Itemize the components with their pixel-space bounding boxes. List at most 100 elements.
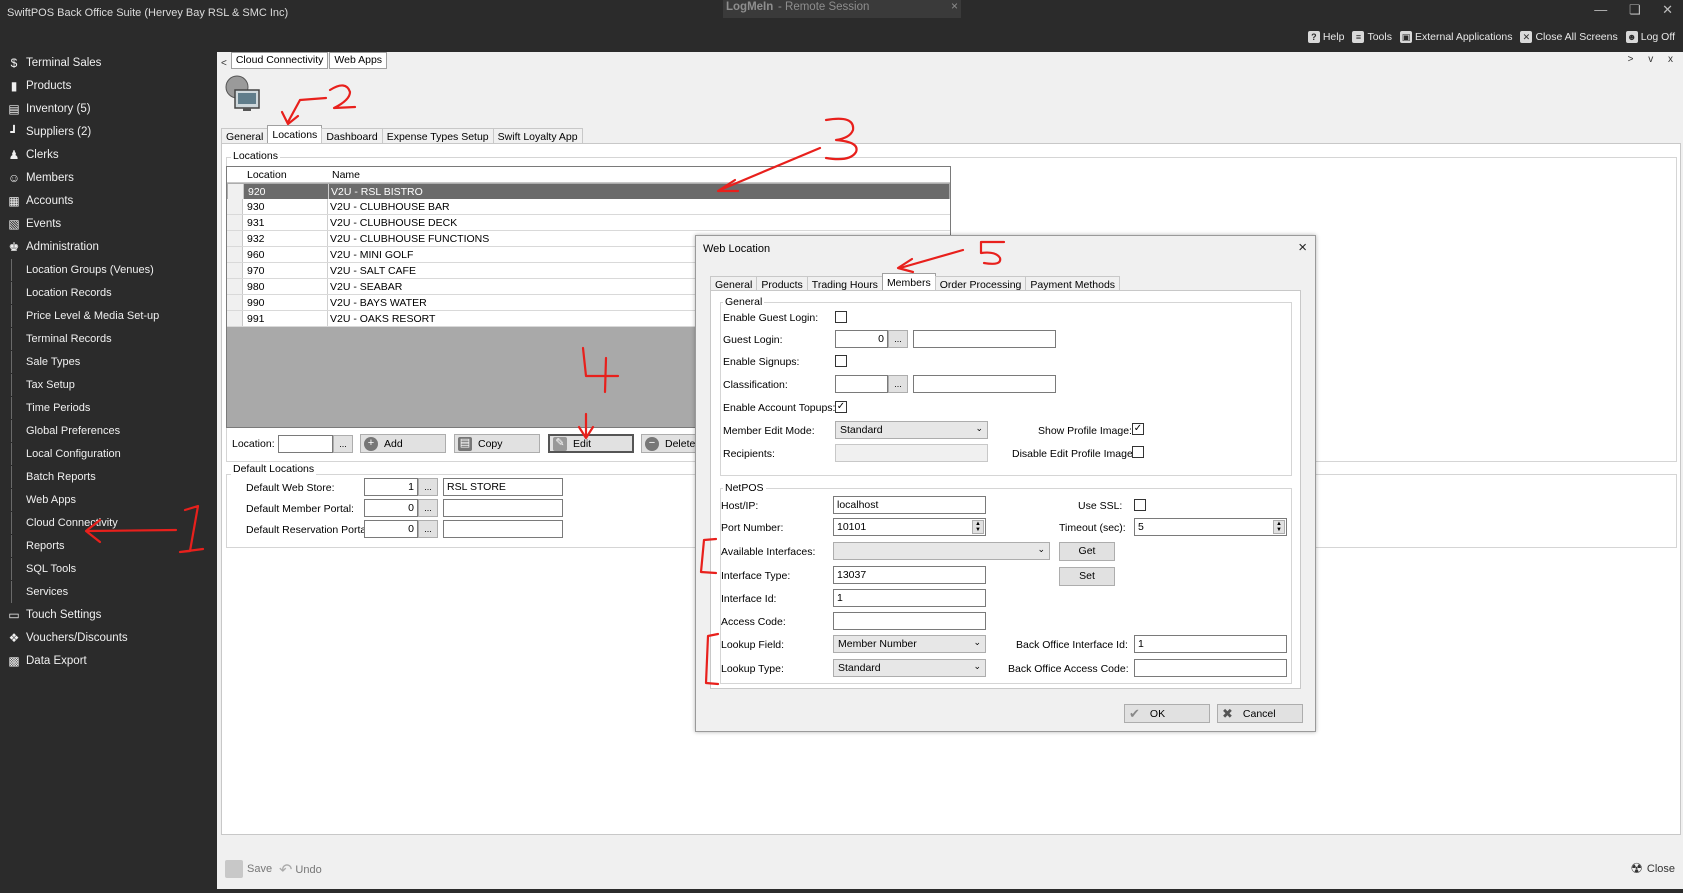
guest-login-name[interactable] xyxy=(913,330,1056,348)
interface-type-input[interactable]: 13037 xyxy=(833,566,986,584)
sidebar-subitem-location-groups[interactable]: Location Groups (Venues) xyxy=(11,259,211,281)
col-name-header[interactable]: Name xyxy=(332,169,360,181)
sidebar-item-suppliers[interactable]: ┛ Suppliers (2) xyxy=(0,121,215,143)
get-button[interactable]: Get xyxy=(1059,542,1115,561)
lookup-field-select[interactable]: Member Number ⌄ xyxy=(833,635,986,653)
dialog-close-icon[interactable]: × xyxy=(1298,239,1307,256)
lookup-type-select[interactable]: Standard ⌄ xyxy=(833,659,986,677)
default-web-store-name[interactable]: RSL STORE xyxy=(443,478,563,496)
delete-button[interactable]: − Delete xyxy=(641,434,701,453)
ok-button[interactable]: ✔ OK xyxy=(1124,704,1210,723)
default-reservation-portal-input[interactable]: 0 xyxy=(364,520,418,538)
sidebar-subitem-web-apps[interactable]: Web Apps xyxy=(11,489,211,511)
location-input[interactable] xyxy=(278,435,333,453)
sidebar-subitem-global-preferences[interactable]: Global Preferences xyxy=(11,420,211,442)
close-button[interactable]: ☢ Close xyxy=(1630,860,1675,877)
cancel-button[interactable]: ✖ Cancel xyxy=(1217,704,1303,723)
sidebar-item-products[interactable]: ▮ Products xyxy=(0,75,215,97)
default-reservation-portal-lookup[interactable]: ... xyxy=(418,520,438,538)
default-web-store-input[interactable]: 1 xyxy=(364,478,418,496)
add-button[interactable]: + Add xyxy=(360,434,446,453)
tab-swift-loyalty[interactable]: Swift Loyalty App xyxy=(492,128,583,144)
logmein-session-bar[interactable]: LogMeIn - Remote Session × xyxy=(723,0,961,18)
sidebar-subitem-local-configuration[interactable]: Local Configuration xyxy=(11,443,211,465)
sidebar-item-events[interactable]: ▧ Events xyxy=(0,213,215,235)
guest-login-input[interactable]: 0 xyxy=(835,330,888,348)
copy-button[interactable]: ▤ Copy xyxy=(454,434,540,453)
default-member-portal-input[interactable]: 0 xyxy=(364,499,418,517)
sidebar-item-touch-settings[interactable]: ▭ Touch Settings xyxy=(0,604,215,626)
sidebar-subitem-price-level[interactable]: Price Level & Media Set-up xyxy=(11,305,211,327)
table-row[interactable]: 931 V2U - CLUBHOUSE DECK xyxy=(227,215,950,231)
tab-scroll-left-icon[interactable]: < xyxy=(217,58,231,69)
sidebar-item-members[interactable]: ☺ Members xyxy=(0,167,215,189)
close-window-icon[interactable]: ✕ xyxy=(1662,2,1673,18)
sidebar-item-terminal-sales[interactable]: $ Terminal Sales xyxy=(0,52,215,74)
tab-locations[interactable]: Locations xyxy=(267,125,323,144)
classification-lookup[interactable]: ... xyxy=(888,375,908,393)
restore-icon[interactable]: ❏ xyxy=(1629,2,1641,18)
set-button[interactable]: Set xyxy=(1059,567,1115,586)
port-input[interactable]: 10101 ▲ ▼ xyxy=(833,518,986,536)
tab-general[interactable]: General xyxy=(221,128,269,144)
location-lookup-button[interactable]: ... xyxy=(333,435,353,453)
timeout-spinner[interactable]: ▲ ▼ xyxy=(1273,520,1285,534)
col-location-header[interactable]: Location xyxy=(247,169,287,181)
member-edit-mode-select[interactable]: Standard ⌄ xyxy=(835,421,988,439)
default-reservation-portal-name[interactable] xyxy=(443,520,563,538)
default-member-portal-name[interactable] xyxy=(443,499,563,517)
table-row[interactable]: 930 V2U - CLUBHOUSE BAR xyxy=(227,199,950,215)
guest-login-lookup[interactable]: ... xyxy=(888,330,908,348)
dialog-tab-general[interactable]: General xyxy=(710,276,758,291)
show-profile-image-checkbox[interactable]: ✓ xyxy=(1132,423,1144,435)
port-spinner[interactable]: ▲ ▼ xyxy=(972,520,984,534)
dialog-tab-order-processing[interactable]: Order Processing xyxy=(934,276,1027,291)
default-member-portal-lookup[interactable]: ... xyxy=(418,499,438,517)
default-web-store-lookup[interactable]: ... xyxy=(418,478,438,496)
close-all-screens-button[interactable]: ✕ Close All Screens xyxy=(1520,31,1618,43)
bo-access-code-input[interactable] xyxy=(1134,659,1287,677)
bo-interface-id-input[interactable]: 1 xyxy=(1134,635,1287,653)
sidebar-item-data-export[interactable]: ▩ Data Export xyxy=(0,650,215,672)
available-interfaces-select[interactable]: ⌄ xyxy=(833,542,1050,560)
sidebar-item-accounts[interactable]: ▦ Accounts xyxy=(0,190,215,212)
tab-dashboard[interactable]: Dashboard xyxy=(321,128,383,144)
logmein-close-icon[interactable]: × xyxy=(951,0,958,13)
sidebar-subitem-location-records[interactable]: Location Records xyxy=(11,282,211,304)
sidebar-item-inventory[interactable]: ▤ Inventory (5) xyxy=(0,98,215,120)
doc-tab-nav[interactable]: > v x xyxy=(1628,54,1679,65)
sidebar-item-administration[interactable]: ♚ Administration xyxy=(0,236,215,258)
enable-guest-login-checkbox[interactable] xyxy=(835,311,847,323)
access-code-input[interactable] xyxy=(833,612,986,630)
dialog-tab-trading-hours[interactable]: Trading Hours xyxy=(806,276,883,291)
external-apps-button[interactable]: ▣ External Applications xyxy=(1399,31,1512,43)
sidebar-subitem-reports[interactable]: Reports xyxy=(11,535,211,557)
undo-button[interactable]: ↶ Undo xyxy=(279,860,322,880)
sidebar-subitem-batch-reports[interactable]: Batch Reports xyxy=(11,466,211,488)
timeout-input[interactable]: 5 ▲ ▼ xyxy=(1134,518,1287,536)
save-button[interactable]: Save xyxy=(225,860,272,878)
sidebar-subitem-time-periods[interactable]: Time Periods xyxy=(11,397,211,419)
use-ssl-checkbox[interactable] xyxy=(1134,499,1146,511)
sidebar-subitem-terminal-records[interactable]: Terminal Records xyxy=(11,328,211,350)
host-input[interactable]: localhost xyxy=(833,496,986,514)
sidebar-subitem-cloud-connectivity[interactable]: Cloud Connectivity xyxy=(11,512,211,534)
doc-tab-cloud-connectivity[interactable]: Cloud Connectivity xyxy=(230,52,329,69)
enable-signups-checkbox[interactable] xyxy=(835,355,847,367)
sidebar-subitem-services[interactable]: Services xyxy=(11,581,211,603)
edit-button[interactable]: ✎ Edit xyxy=(548,434,634,453)
sidebar-subitem-sql-tools[interactable]: SQL Tools xyxy=(11,558,211,580)
minimize-icon[interactable]: — xyxy=(1594,2,1607,17)
dialog-tab-products[interactable]: Products xyxy=(756,276,808,291)
sidebar-subitem-tax-setup[interactable]: Tax Setup xyxy=(11,374,211,396)
logoff-button[interactable]: ☻ Log Off xyxy=(1625,31,1675,43)
tools-button[interactable]: ≡ Tools xyxy=(1352,31,1392,43)
sidebar-subitem-sale-types[interactable]: Sale Types xyxy=(11,351,211,373)
tab-expense-types[interactable]: Expense Types Setup xyxy=(381,128,494,144)
classification-name[interactable] xyxy=(913,375,1056,393)
interface-id-input[interactable]: 1 xyxy=(833,589,986,607)
dialog-tab-payment-methods[interactable]: Payment Methods xyxy=(1025,276,1121,291)
disable-edit-profile-image-checkbox[interactable] xyxy=(1132,446,1144,458)
sidebar-item-vouchers[interactable]: ❖ Vouchers/Discounts xyxy=(0,627,215,649)
help-button[interactable]: ? Help xyxy=(1307,31,1344,43)
